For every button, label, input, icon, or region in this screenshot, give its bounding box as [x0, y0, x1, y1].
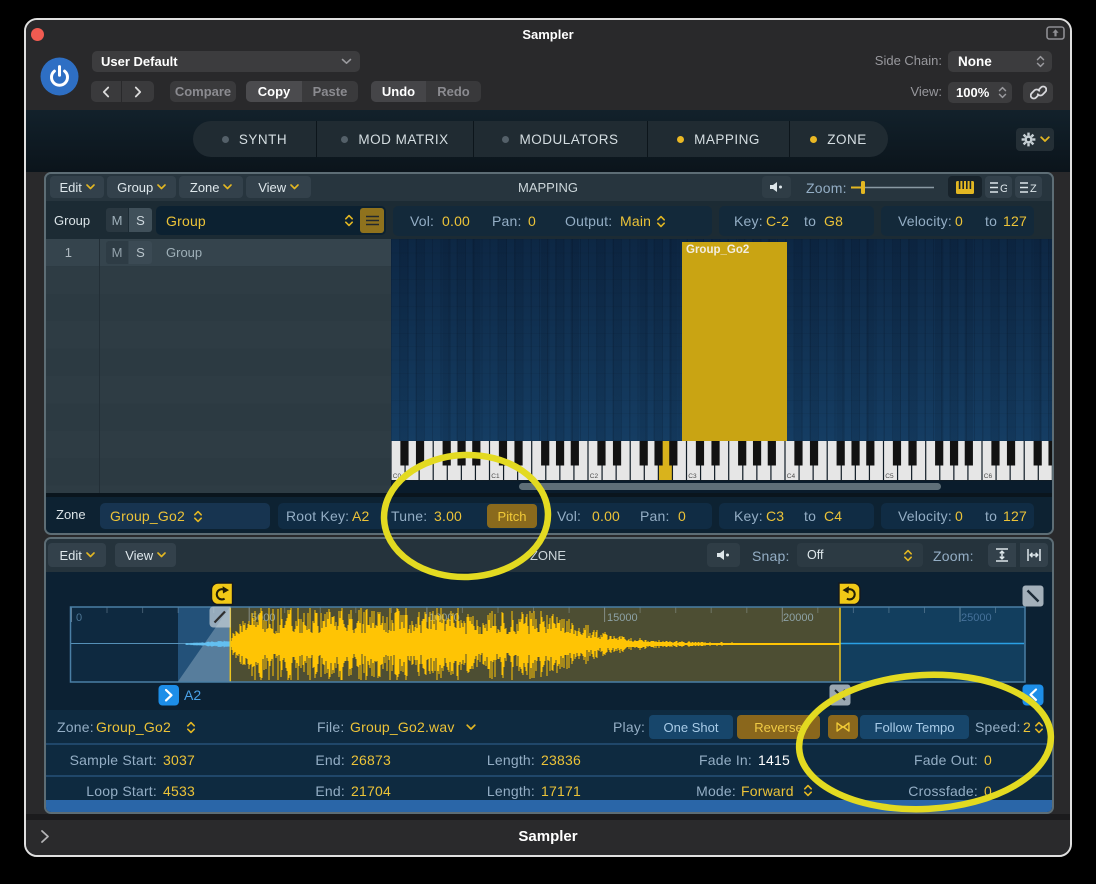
svg-text:A2: A2 — [184, 687, 201, 703]
svg-text:C6: C6 — [984, 473, 993, 480]
svg-text:C0: C0 — [393, 473, 402, 480]
svg-text:C2: C2 — [590, 473, 599, 480]
svg-text:C3: C3 — [688, 473, 697, 480]
svg-text:25000: 25000 — [961, 612, 992, 624]
svg-text:Z: Z — [1030, 183, 1037, 194]
svg-text:20000: 20000 — [783, 612, 814, 624]
svg-text:C4: C4 — [787, 473, 796, 480]
svg-text:15000: 15000 — [607, 612, 638, 624]
svg-text:0: 0 — [76, 612, 82, 624]
svg-text:G: G — [1000, 183, 1007, 194]
svg-text:C5: C5 — [885, 473, 894, 480]
svg-text:C1: C1 — [491, 473, 500, 480]
